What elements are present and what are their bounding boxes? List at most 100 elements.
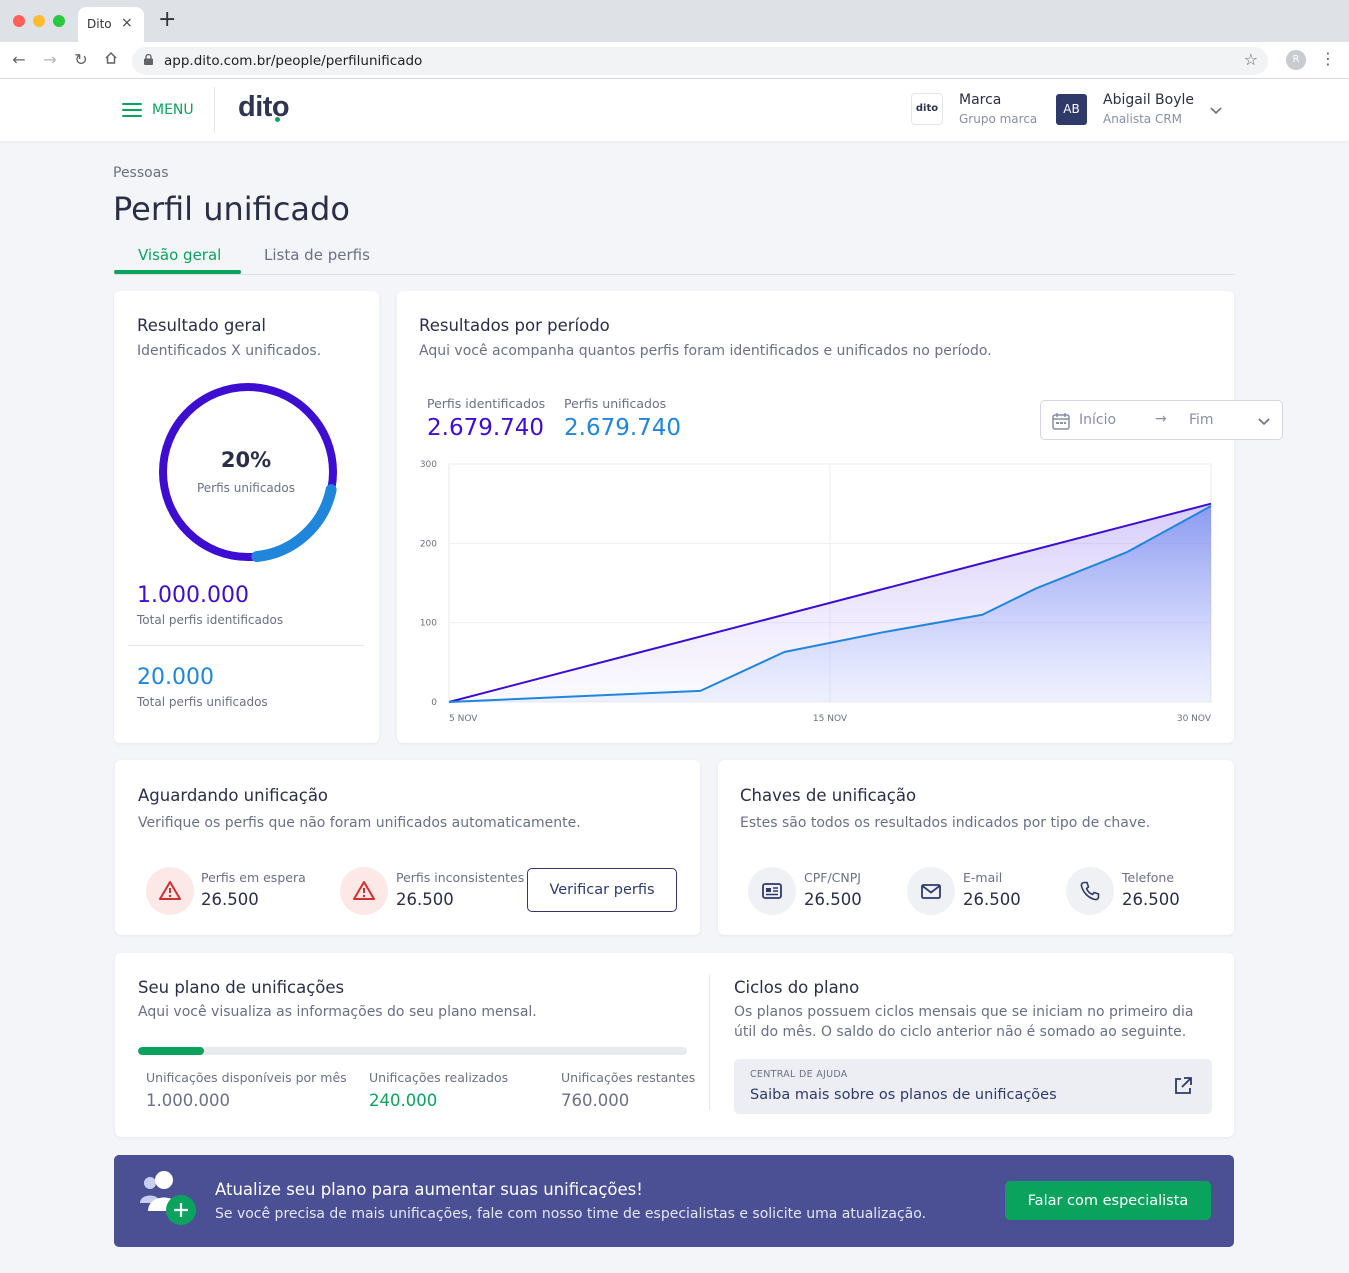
kpi-unified-value: 2.679.740: [564, 415, 682, 441]
falar-com-especialista-button[interactable]: Falar com especialista: [1005, 1181, 1211, 1220]
tab-lista-de-perfis[interactable]: Lista de perfis: [264, 246, 370, 264]
brand-logo[interactable]: dito: [911, 93, 943, 125]
cycles-title: Ciclos do plano: [734, 978, 860, 997]
y-tick-label: 0: [431, 698, 437, 708]
date-range-picker[interactable]: Início → Fim: [1040, 400, 1283, 440]
chevron-down-icon[interactable]: [1207, 101, 1225, 119]
card-subtitle: Aqui você acompanha quantos perfis foram…: [419, 343, 992, 359]
banner-title: Atualize seu plano para aumentar suas un…: [215, 1180, 643, 1199]
card-subtitle: Identificados X unificados.: [137, 343, 322, 359]
total-identified-label: Total perfis identificados: [137, 613, 284, 627]
maximize-window-button[interactable]: [53, 15, 65, 27]
plan-remaining-label: Unificações restantes: [561, 1070, 696, 1085]
app-header: MENU dito dito Marca Grupo marca AB Abig…: [0, 79, 1349, 141]
logo-dot: [275, 117, 280, 122]
banner-text: Se você precisa de mais unificações, fal…: [215, 1206, 927, 1222]
breadcrumb[interactable]: Pessoas: [113, 165, 169, 181]
date-start-field[interactable]: Início: [1079, 412, 1116, 428]
lock-icon: [144, 54, 153, 65]
resultado-geral-card: Resultado geral Identificados X unificad…: [114, 291, 379, 743]
browser-tab-title: Dito: [87, 17, 112, 31]
minimize-window-button[interactable]: [33, 15, 45, 27]
card-divider: [709, 975, 710, 1110]
phone-icon: [1066, 867, 1114, 915]
stat-label: Perfis inconsistentes: [396, 870, 525, 885]
total-unified-value: 20.000: [137, 665, 214, 690]
bookmark-star-icon[interactable]: ☆: [1244, 50, 1258, 69]
user-name[interactable]: Abigail Boyle: [1103, 92, 1194, 108]
upgrade-banner: Atualize seu plano para aumentar suas un…: [114, 1155, 1234, 1247]
cycles-text-line1: Os planos possuem ciclos mensais que se …: [734, 1004, 1194, 1020]
browser-menu-icon[interactable]: ⋮: [1320, 49, 1336, 68]
address-bar[interactable]: app.dito.com.br/people/perfilunificado ☆: [132, 47, 1268, 75]
reload-icon[interactable]: ↻: [71, 50, 91, 70]
stat-label: Telefone: [1122, 870, 1175, 885]
x-tick-label: 30 NOV: [1177, 714, 1212, 724]
chevron-down-icon[interactable]: [1254, 411, 1274, 431]
total-identified-value: 1.000.000: [137, 583, 249, 608]
arrow-right-icon: →: [1155, 411, 1167, 427]
mail-icon: [907, 867, 955, 915]
plan-remaining-value: 760.000: [561, 1091, 630, 1110]
y-tick-label: 200: [420, 539, 437, 549]
total-unified-label: Total perfis unificados: [137, 695, 268, 709]
dito-logo[interactable]: dito: [238, 91, 290, 124]
browser-tab[interactable]: Dito ×: [78, 7, 144, 42]
help-kicker: CENTRAL DE AJUDA: [750, 1069, 848, 1080]
chaves-unificacao-card: Chaves de unificação Estes são todos os …: [718, 760, 1234, 935]
stat-value: 26.500: [396, 890, 454, 909]
close-window-button[interactable]: [13, 15, 25, 27]
user-avatar[interactable]: AB: [1056, 94, 1087, 125]
plan-done-label: Unificações realizados: [369, 1070, 509, 1085]
stat-label: CPF/CNPJ: [804, 870, 861, 885]
browser-profile-avatar[interactable]: R: [1286, 50, 1306, 70]
stat-value: 26.500: [201, 890, 259, 909]
stat-value: 26.500: [804, 890, 862, 909]
card-title: Resultado geral: [137, 316, 267, 335]
card-subtitle: Aqui você visualiza as informações do se…: [138, 1004, 537, 1020]
help-center-link[interactable]: CENTRAL DE AJUDA Saiba mais sobre os pla…: [734, 1059, 1212, 1114]
back-icon[interactable]: ←: [9, 50, 29, 70]
stat-value: 26.500: [1122, 890, 1180, 909]
warning-icon: [340, 867, 388, 915]
plan-done-value: 240.000: [369, 1091, 438, 1110]
close-tab-icon[interactable]: ×: [121, 15, 133, 31]
unification-donut-gauge: [157, 381, 339, 563]
plan-available-value: 1.000.000: [146, 1091, 230, 1110]
aguardando-unificacao-card: Aguardando unificação Verifique os perfi…: [115, 760, 700, 935]
kpi-unified-label: Perfis unificados: [564, 396, 667, 411]
help-link-text[interactable]: Saiba mais sobre os planos de unificaçõe…: [750, 1087, 1057, 1103]
new-tab-button[interactable]: +: [158, 9, 176, 31]
external-link-icon[interactable]: [1172, 1075, 1194, 1097]
warning-icon: [146, 867, 194, 915]
card-title: Chaves de unificação: [740, 786, 917, 805]
menu-label: MENU: [152, 102, 194, 118]
forward-icon[interactable]: →: [40, 50, 60, 70]
page-title: Perfil unificado: [113, 190, 350, 228]
id-card-icon: [748, 867, 796, 915]
brand-group: Grupo marca: [959, 112, 1038, 126]
kpi-identified-label: Perfis identificados: [427, 396, 546, 411]
card-title: Aguardando unificação: [138, 786, 329, 805]
tab-bar: Visão geral Lista de perfis: [113, 242, 1235, 275]
resultados-periodo-card: Resultados por período Aqui você acompan…: [397, 291, 1283, 743]
tab-visao-geral[interactable]: Visão geral: [138, 246, 221, 264]
x-tick-label: 5 NOV: [449, 714, 478, 724]
brand-name[interactable]: Marca: [959, 92, 1001, 108]
url-text: app.dito.com.br/people/perfilunificado: [164, 53, 423, 69]
gauge-progress-arc: [157, 381, 339, 563]
x-tick-label: 15 NOV: [813, 714, 848, 724]
cycles-text-line2: útil do mês. O saldo do ciclo anterior n…: [734, 1024, 1187, 1040]
card-divider: [128, 645, 364, 646]
gauge-percent: 20%: [220, 448, 272, 472]
y-tick-label: 100: [420, 619, 437, 629]
calendar-icon: [1052, 413, 1070, 430]
menu-button[interactable]: MENU: [122, 99, 194, 121]
date-end-field[interactable]: Fim: [1189, 412, 1214, 428]
card-subtitle: Verifique os perfis que não foram unific…: [138, 815, 581, 831]
stat-label: Perfis em espera: [201, 870, 306, 885]
plan-progress-fill: [138, 1047, 204, 1055]
header-divider: [214, 87, 215, 133]
home-icon[interactable]: [101, 50, 121, 70]
verificar-perfis-button[interactable]: Verificar perfis: [527, 868, 677, 912]
